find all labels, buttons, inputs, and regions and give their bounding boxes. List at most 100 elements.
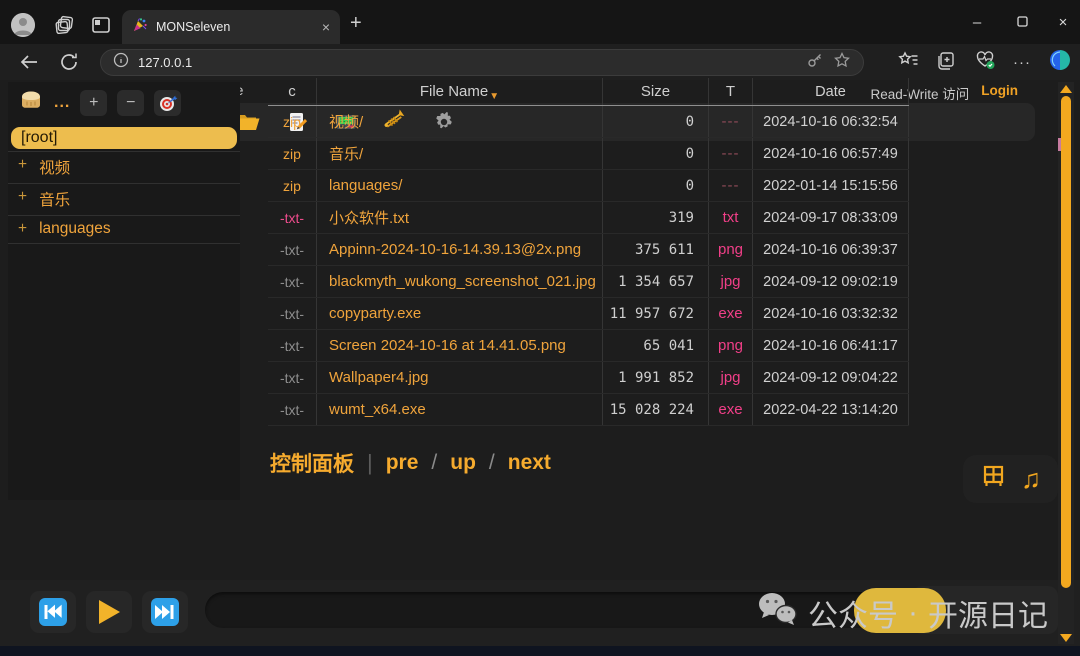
table-row[interactable]: zip languages/ 0 --- 2022-01-14 15:15:56 (268, 170, 909, 202)
file-size: 375 611 (602, 234, 708, 265)
new-tab-button[interactable]: + (350, 12, 362, 35)
file-date: 2024-10-16 03:32:32 (752, 298, 909, 329)
file-date: 2024-10-16 06:32:54 (752, 106, 909, 137)
address-bar[interactable]: 127.0.0.1 (100, 49, 864, 76)
back-icon[interactable] (18, 51, 40, 78)
separator: | (367, 450, 373, 476)
file-type: --- (708, 138, 752, 169)
tree-item-root[interactable]: [root] (11, 127, 237, 149)
file-link[interactable]: copyparty.exe (316, 298, 602, 329)
file-link[interactable]: 视频/ (316, 106, 602, 137)
tree-item-videos[interactable]: + 视频 (8, 151, 240, 183)
file-date: 2024-09-17 08:33:09 (752, 202, 909, 233)
row-action-link[interactable]: -txt- (268, 362, 316, 393)
minimize-button[interactable]: – (964, 14, 990, 31)
file-type: png (708, 234, 752, 265)
table-row[interactable]: -txt- 小众软件.txt 319 txt 2024-09-17 08:33:… (268, 202, 909, 234)
url-text[interactable]: 127.0.0.1 (138, 55, 797, 70)
directory-tree-panel: ... + − [root] + 视频 + 音乐 + languages (8, 82, 240, 500)
row-action-link[interactable]: -txt- (268, 234, 316, 265)
expand-icon[interactable]: + (18, 188, 27, 210)
tab-actions-icon[interactable] (90, 14, 112, 36)
tree-item-languages[interactable]: + languages (8, 215, 240, 243)
table-row[interactable]: -txt- Appinn-2024-10-16-14.39.13@2x.png … (268, 234, 909, 266)
password-key-icon[interactable] (806, 51, 824, 74)
column-header-type[interactable]: T (708, 78, 752, 105)
up-link[interactable]: up (450, 451, 476, 475)
previous-track-button[interactable] (30, 591, 76, 633)
tree-item-label[interactable]: 音乐 (39, 188, 70, 210)
workspaces-icon[interactable] (54, 14, 76, 36)
next-track-button[interactable] (142, 591, 188, 633)
favorites-bar-icon[interactable] (898, 50, 919, 76)
breadcrumb-toggle-bread-icon[interactable] (18, 88, 44, 117)
column-header-c[interactable]: c (268, 78, 316, 105)
table-row[interactable]: -txt- wumt_x64.exe 15 028 224 exe 2022-0… (268, 394, 909, 426)
file-date: 2024-10-16 06:41:17 (752, 330, 909, 361)
file-link[interactable]: 小众软件.txt (316, 202, 602, 233)
scrollbar-thumb[interactable] (1061, 96, 1071, 588)
file-size: 0 (602, 170, 708, 201)
file-date: 2024-10-16 06:57:49 (752, 138, 909, 169)
browser-essentials-icon[interactable] (974, 49, 996, 76)
login-link[interactable]: Login (981, 83, 1018, 103)
row-action-link[interactable]: -txt- (268, 298, 316, 329)
tree-item-music[interactable]: + 音乐 (8, 183, 240, 215)
jump-to-target-button[interactable] (154, 90, 181, 116)
file-size: 65 041 (602, 330, 708, 361)
file-list-table: c File Name▼ Size T Date zip 视频/ 0 --- 2… (268, 78, 909, 426)
tree-narrow-button[interactable]: − (117, 90, 144, 116)
file-link[interactable]: languages/ (316, 170, 602, 201)
file-link[interactable]: Appinn-2024-10-16-14.39.13@2x.png (316, 234, 602, 265)
row-action-link[interactable]: -txt- (268, 202, 316, 233)
profile-avatar-icon[interactable] (11, 13, 35, 37)
favorite-star-icon[interactable] (833, 51, 851, 74)
row-action-link[interactable]: -txt- (268, 266, 316, 297)
row-action-link[interactable]: -txt- (268, 394, 316, 425)
row-action-link[interactable]: zip (268, 138, 316, 169)
window-bottom-edge (0, 646, 1080, 656)
refresh-icon[interactable] (58, 51, 80, 78)
file-link[interactable]: 音乐/ (316, 138, 602, 169)
browser-tab[interactable]: MONSeleven × (122, 10, 340, 44)
scroll-up-icon[interactable] (1060, 85, 1072, 93)
music-player-icon[interactable]: ♫ (1021, 464, 1041, 495)
expand-icon[interactable]: + (18, 156, 27, 178)
file-size: 15 028 224 (602, 394, 708, 425)
file-date: 2024-09-12 09:02:19 (752, 266, 909, 297)
column-header-size[interactable]: Size (602, 78, 708, 105)
table-row[interactable]: -txt- copyparty.exe 11 957 672 exe 2024-… (268, 298, 909, 330)
table-row[interactable]: -txt- blackmyth_wukong_screenshot_021.jp… (268, 266, 909, 298)
settings-more-icon[interactable]: ··· (1013, 54, 1031, 71)
play-button[interactable] (86, 591, 132, 633)
table-row[interactable]: zip 视频/ 0 --- 2024-10-16 06:32:54 (268, 106, 909, 138)
copilot-icon[interactable] (1048, 48, 1072, 77)
tree-item-label[interactable]: languages (39, 220, 111, 238)
pre-link[interactable]: pre (386, 451, 419, 475)
grid-view-icon[interactable] (980, 463, 1007, 495)
tree-dots-label[interactable]: ... (54, 94, 70, 112)
table-row[interactable]: -txt- Wallpaper4.jpg 1 991 852 jpg 2024-… (268, 362, 909, 394)
column-header-filename[interactable]: File Name▼ (316, 78, 602, 105)
tree-item-label[interactable]: 视频 (39, 156, 70, 178)
next-link[interactable]: next (508, 451, 551, 475)
file-link[interactable]: blackmyth_wukong_screenshot_021.jpg (316, 266, 602, 297)
table-row[interactable]: -txt- Screen 2024-10-16 at 14.41.05.png … (268, 330, 909, 362)
file-link[interactable]: Wallpaper4.jpg (316, 362, 602, 393)
tab-close-icon[interactable]: × (322, 19, 330, 35)
close-button[interactable]: × (1050, 14, 1076, 31)
expand-icon[interactable]: + (18, 220, 27, 238)
file-link[interactable]: Screen 2024-10-16 at 14.41.05.png (316, 330, 602, 361)
maximize-button[interactable] (1009, 14, 1035, 31)
table-row[interactable]: zip 音乐/ 0 --- 2024-10-16 06:57:49 (268, 138, 909, 170)
file-link[interactable]: wumt_x64.exe (316, 394, 602, 425)
row-action-link[interactable]: zip (268, 106, 316, 137)
control-panel-link[interactable]: 控制面板 (270, 448, 354, 478)
column-header-date[interactable]: Date (752, 78, 909, 105)
row-action-link[interactable]: zip (268, 170, 316, 201)
site-info-icon[interactable] (113, 52, 129, 73)
row-action-link[interactable]: -txt- (268, 330, 316, 361)
tree-widen-button[interactable]: + (80, 90, 107, 116)
collections-icon[interactable] (936, 50, 957, 76)
scroll-down-icon[interactable] (1060, 634, 1072, 642)
